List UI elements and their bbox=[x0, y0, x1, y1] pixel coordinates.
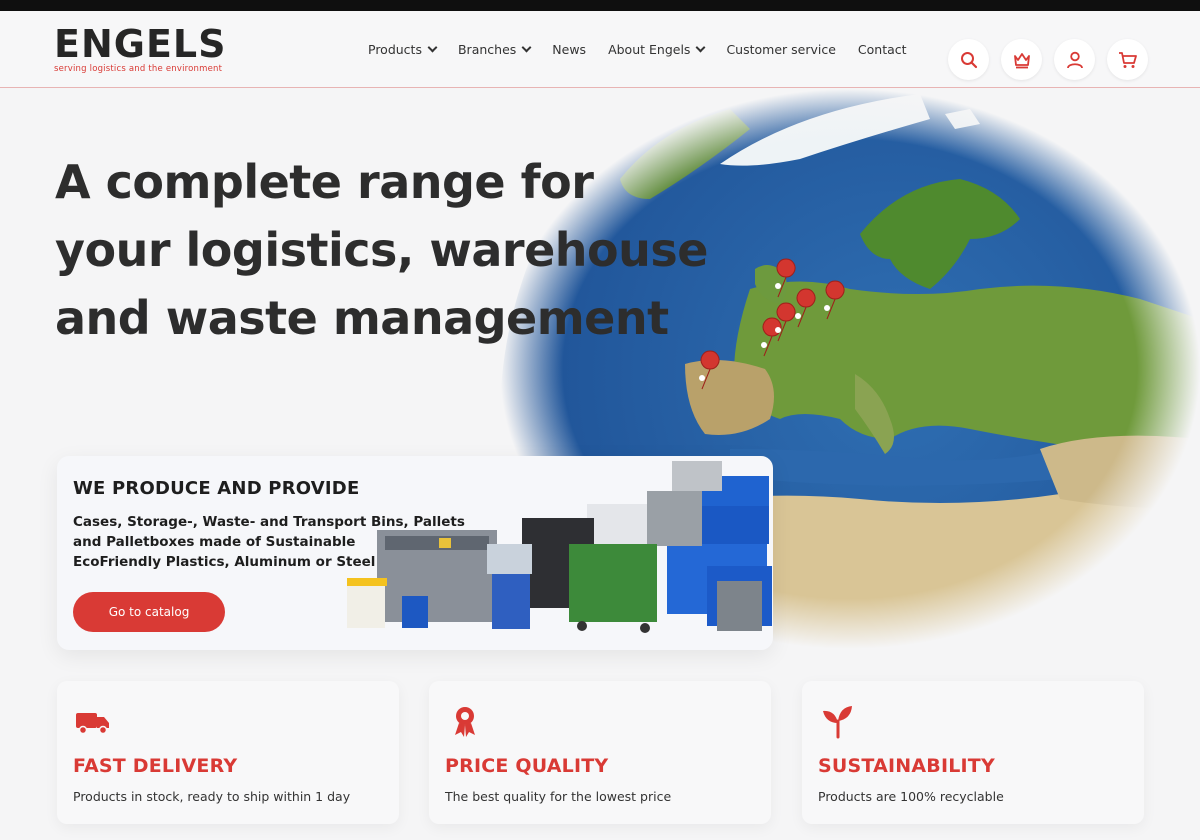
engels-logo[interactable]: ENGELS serving logistics and the environ… bbox=[54, 25, 227, 74]
feature-title: FAST DELIVERY bbox=[73, 755, 238, 777]
header-icon-group bbox=[948, 39, 1148, 80]
nav-item-label: Customer service bbox=[726, 42, 836, 57]
feature-card-price-quality: PRICE QUALITY The best quality for the l… bbox=[429, 681, 771, 824]
hero-headline-line-1: A complete range for bbox=[55, 155, 594, 209]
language-button[interactable] bbox=[1001, 39, 1042, 80]
nav-item-label: News bbox=[552, 42, 587, 57]
nav-item-news[interactable]: News bbox=[552, 42, 586, 57]
site-header: ENGELS serving logistics and the environ… bbox=[0, 11, 1200, 88]
nav-item-label: About Engels bbox=[608, 42, 691, 57]
nav-item-products[interactable]: Products bbox=[368, 42, 438, 57]
nav-item-label: Branches bbox=[457, 42, 517, 57]
award-icon bbox=[455, 707, 475, 737]
go-to-catalog-button[interactable]: Go to catalog bbox=[73, 592, 225, 632]
promo-description: Cases, Storage-, Waste- and Transport Bi… bbox=[73, 512, 483, 572]
hero-headline-line-2: your logistics, warehouse bbox=[55, 223, 708, 277]
logo-wordmark: ENGELS bbox=[54, 22, 227, 66]
feature-title: PRICE QUALITY bbox=[445, 755, 609, 777]
nav-item-contact[interactable]: Contact bbox=[858, 42, 907, 57]
promo-title: WE PRODUCE AND PROVIDE bbox=[73, 478, 360, 499]
nav-item-label: Products bbox=[368, 42, 422, 57]
language-flag-icon bbox=[1013, 52, 1030, 68]
feature-title: SUSTAINABILITY bbox=[818, 755, 995, 777]
truck-icon bbox=[76, 713, 109, 735]
logo-tagline: serving logistics and the environment bbox=[54, 64, 223, 74]
feature-text: Products in stock, ready to ship within … bbox=[73, 789, 351, 804]
search-button[interactable] bbox=[948, 39, 989, 80]
promo-description-line-3: EcoFriendly Plastics, Aluminum or Steel bbox=[73, 554, 376, 570]
account-button[interactable] bbox=[1054, 39, 1095, 80]
chevron-down-icon bbox=[521, 42, 532, 53]
nav-item-label: Contact bbox=[857, 42, 907, 57]
nav-item-customer-service[interactable]: Customer service bbox=[726, 42, 835, 57]
cart-button[interactable] bbox=[1107, 39, 1148, 80]
feature-text: Products are 100% recyclable bbox=[818, 789, 1004, 804]
account-icon bbox=[1066, 51, 1083, 68]
browser-top-bar bbox=[0, 0, 1200, 11]
promo-description-line-1: Cases, Storage-, Waste- and Transport Bi… bbox=[73, 514, 465, 530]
feature-card-fast-delivery: FAST DELIVERY Products in stock, ready t… bbox=[57, 681, 399, 824]
chevron-down-icon bbox=[427, 42, 438, 53]
hero-headline: A complete range for your logistics, war… bbox=[55, 148, 775, 352]
sprout-icon bbox=[823, 706, 852, 739]
feature-text: The best quality for the lowest price bbox=[445, 789, 672, 804]
search-icon bbox=[960, 51, 977, 68]
feature-card-sustainability: SUSTAINABILITY Products are 100% recycla… bbox=[802, 681, 1144, 824]
nav-item-branches[interactable]: Branches bbox=[457, 42, 532, 57]
promo-description-line-2: and Palletboxes made of Sustainable bbox=[73, 534, 356, 550]
hero-headline-line-3: and waste management bbox=[55, 291, 669, 345]
chevron-down-icon bbox=[695, 42, 706, 53]
cart-icon bbox=[1118, 51, 1137, 68]
nav-item-about[interactable]: About Engels bbox=[608, 42, 706, 57]
main-navigation: Products Branches News About Engels Cust… bbox=[368, 42, 929, 57]
promo-card: WE PRODUCE AND PROVIDE Cases, Storage-, … bbox=[57, 456, 773, 650]
